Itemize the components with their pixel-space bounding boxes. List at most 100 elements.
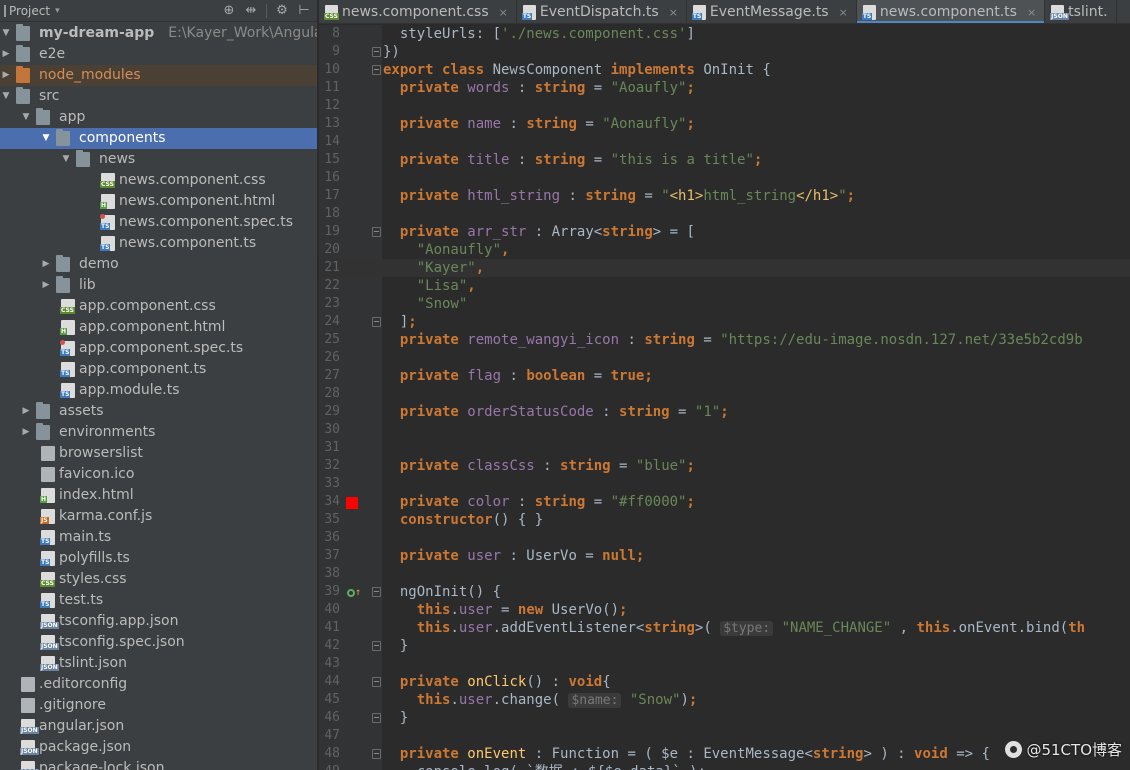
code-line[interactable]: 17 private html_string : string = "<h1>h… [319,187,1130,205]
fold-icon[interactable] [372,713,381,723]
fold-icon[interactable] [372,65,381,75]
tree-file[interactable]: TS polyfills.ts [0,548,317,569]
fold-icon[interactable] [372,749,381,759]
fold-icon[interactable] [372,47,381,57]
tree-file[interactable]: TS app.component.spec.ts [0,338,317,359]
fold-icon[interactable] [372,641,381,651]
code-line[interactable]: 19 private arr_str : Array<string> = [ [319,223,1130,241]
tree-file[interactable]: CSS news.component.css [0,170,317,191]
code-line[interactable]: 29 private orderStatusCode : string = "1… [319,403,1130,421]
code-line[interactable]: 34 private color : string = "#ff0000"; [319,493,1130,511]
tree-folder[interactable]: ▼ my-dream-app E:\Kayer_Work\Angular\m [0,23,317,44]
tree-file[interactable]: TS news.component.ts [0,233,317,254]
tree-folder[interactable]: ▶ lib [0,275,317,296]
code-line[interactable]: 38 [319,565,1130,583]
settings-icon[interactable]: ⚙ [275,4,289,17]
code-line[interactable]: 32 private classCss : string = "blue"; [319,457,1130,475]
fold-icon[interactable] [372,317,381,327]
tree-folder[interactable]: ▼ app [0,107,317,128]
code-line[interactable]: 40 this.user = new UserVo(); [319,601,1130,619]
tree-file[interactable]: CSS styles.css [0,569,317,590]
tree-folder[interactable]: ▼ src [0,86,317,107]
tree-file[interactable]: browserslist [0,443,317,464]
code-line[interactable]: 9}) [319,43,1130,61]
code-editor[interactable]: 8 styleUrls: ['./news.component.css'] 9})… [319,25,1130,770]
code-line[interactable]: 23 "Snow" [319,295,1130,313]
collapse-arrow-icon[interactable]: ▶ [1,44,11,65]
code-line[interactable]: 15 private title : string = "this is a t… [319,151,1130,169]
code-line[interactable]: 20 "Aonaufly", [319,241,1130,259]
tree-file[interactable]: TS app.module.ts [0,380,317,401]
code-line[interactable]: 42 } [319,637,1130,655]
code-line[interactable]: 36 [319,529,1130,547]
code-line[interactable]: 14 [319,133,1130,151]
tree-file[interactable]: Hindex.html [0,485,317,506]
expand-arrow-icon[interactable]: ▼ [61,149,71,170]
tree-folder[interactable]: ▶ assets [0,401,317,422]
tree-file[interactable]: JSON tsconfig.spec.json [0,632,317,653]
hide-icon[interactable]: ⊢ [297,4,311,17]
code-line[interactable]: 22 "Lisa", [319,277,1130,295]
code-line[interactable]: 16 [319,169,1130,187]
code-line[interactable]: 26 [319,349,1130,367]
tree-folder[interactable]: ▼ news [0,149,317,170]
tree-file[interactable]: CSS app.component.css [0,296,317,317]
code-line[interactable]: 30 [319,421,1130,439]
code-line[interactable]: 11 private words : string = "Aoaufly"; [319,79,1130,97]
fold-icon[interactable] [372,587,381,597]
code-line[interactable]: 21 "Kayer", [319,259,1130,277]
code-line[interactable]: 31 [319,439,1130,457]
tree-file[interactable]: JS karma.conf.js [0,506,317,527]
collapse-arrow-icon[interactable]: ▶ [1,65,11,86]
tree-folder[interactable]: ▶ environments [0,422,317,443]
tree-file[interactable]: Hnews.component.html [0,191,317,212]
editor-tab[interactable]: TS EventMessage.ts × [687,0,857,23]
close-tab-icon[interactable]: × [669,6,678,19]
tree-folder[interactable]: ▶ demo [0,254,317,275]
tree-folder[interactable]: ▶ node_modules [0,65,317,86]
code-line[interactable]: 25 private remote_wangyi_icon : string =… [319,331,1130,349]
collapse-arrow-icon[interactable]: ▶ [41,275,51,296]
close-tab-icon[interactable]: × [499,6,508,19]
code-line[interactable]: 37 private user : UserVo = null; [319,547,1130,565]
collapse-arrow-icon[interactable]: ▶ [21,401,31,422]
target-icon[interactable]: ⊕ [222,4,236,17]
tree-file[interactable]: JSON angular.json [0,716,317,737]
code-line[interactable]: 43 [319,655,1130,673]
close-tab-icon[interactable]: × [839,6,848,19]
code-line[interactable]: 39 ↑ ngOnInit() { [319,583,1130,601]
code-line[interactable]: 24 ]; [319,313,1130,331]
code-line[interactable]: 8 styleUrls: ['./news.component.css'] [319,25,1130,43]
expand-arrow-icon[interactable]: ▼ [1,23,11,44]
tree-file[interactable]: TS app.component.ts [0,359,317,380]
collapse-icon[interactable]: ⇹ [244,4,258,17]
tree-folder[interactable]: ▼ components [0,128,317,149]
tree-file[interactable]: JSONpackage-lock.json [0,758,317,770]
tree-file[interactable]: Happ.component.html [0,317,317,338]
code-line[interactable]: 45 this.user.change( $name: "Snow"); [319,691,1130,709]
code-line[interactable]: 35 constructor() { } [319,511,1130,529]
tree-file[interactable]: JSON package.json [0,737,317,758]
code-line[interactable]: 46 } [319,709,1130,727]
tree-folder[interactable]: ▶ e2e [0,44,317,65]
expand-arrow-icon[interactable]: ▼ [1,86,11,107]
tree-file[interactable]: JSON tsconfig.app.json [0,611,317,632]
code-line[interactable]: 41 this.user.addEventListener<string>( $… [319,619,1130,637]
code-line[interactable]: 10 export class NewsComponent implements … [319,61,1130,79]
fold-icon[interactable] [372,677,381,687]
code-line[interactable]: 18 [319,205,1130,223]
tree-file[interactable]: TS news.component.spec.ts [0,212,317,233]
editor-tab[interactable]: JSON tslint. [1045,0,1117,23]
collapse-arrow-icon[interactable]: ▶ [21,422,31,443]
code-line[interactable]: 49 console.log( `数据 : ${$e.data}` ); [319,763,1130,770]
implements-method-icon[interactable]: ↑ [346,587,361,599]
code-line[interactable]: 28 [319,385,1130,403]
tree-file[interactable]: favicon.ico [0,464,317,485]
tree-file[interactable]: .editorconfig [0,674,317,695]
editor-tab[interactable]: TS news.component.ts × [856,0,1046,23]
code-line[interactable]: 44 private onClick() : void{ [319,673,1130,691]
tree-file[interactable]: JSON tslint.json [0,653,317,674]
tree-file[interactable]: TS main.ts [0,527,317,548]
color-preview-icon[interactable] [346,497,358,509]
editor-tab[interactable]: TS EventDispatch.ts × [517,0,687,23]
